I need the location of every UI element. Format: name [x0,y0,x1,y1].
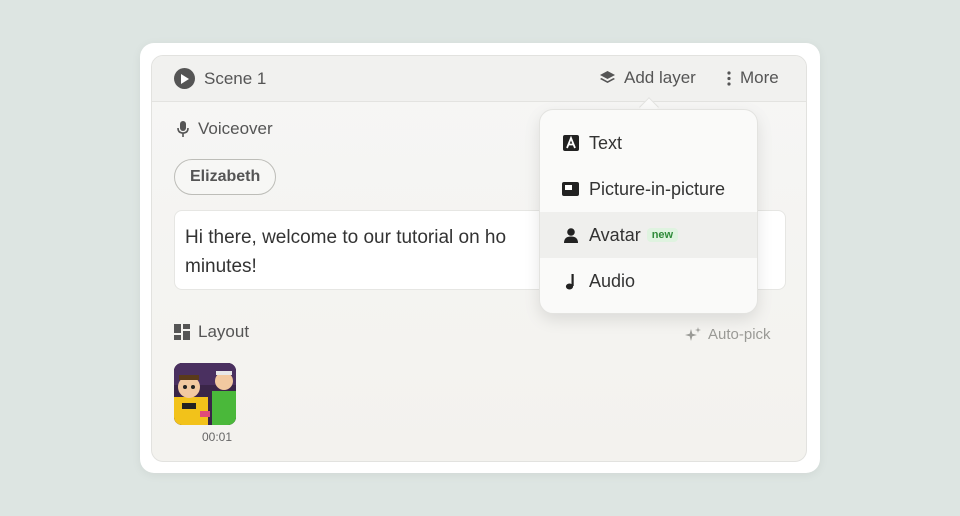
add-layer-dropdown: Text Picture-in-picture Avatar new Audio [539,109,758,314]
cartoon-thumbnail-image [174,363,236,425]
more-button[interactable]: More [726,68,779,88]
menu-item-audio[interactable]: Audio [540,258,757,304]
scene-title[interactable]: Scene 1 [174,68,266,89]
layout-label: Layout [174,322,249,342]
menu-item-audio-label: Audio [589,270,636,291]
menu-item-picture-in-picture[interactable]: Picture-in-picture [540,166,757,212]
text-a-icon [562,135,579,151]
scene-header: Scene 1 Add layer More [152,56,806,102]
script-line-1: Hi there, welcome to our tutorial on ho [185,227,507,248]
more-vertical-icon [726,70,732,87]
music-note-icon [562,273,579,290]
menu-item-pip-label: Picture-in-picture [589,178,726,199]
auto-pick-button[interactable]: Auto-pick [685,326,771,343]
thumbnail-duration: 00:01 [202,430,233,444]
script-line-2: minutes! [185,256,257,277]
add-layer-button[interactable]: Add layer [599,68,696,88]
voiceover-label-text: Voiceover [198,119,273,138]
layout-thumbnail[interactable] [174,363,236,425]
scene-title-text: Scene 1 [204,68,267,88]
pip-icon [562,182,579,196]
menu-item-text-label: Text [589,132,623,153]
layout-label-text: Layout [198,322,250,341]
menu-item-avatar-label: Avatar [589,224,641,245]
layers-icon [599,70,616,87]
voiceover-label: Voiceover [176,119,273,139]
add-layer-label: Add layer [624,68,696,87]
sparkle-icon [685,326,701,343]
microphone-icon [176,120,190,138]
voice-selector-chip[interactable]: Elizabeth [174,159,277,195]
person-icon [562,227,579,243]
more-label: More [740,68,779,87]
layout-grid-icon [174,324,190,340]
menu-item-text[interactable]: Text [540,120,757,166]
play-icon[interactable] [174,68,195,89]
menu-item-avatar[interactable]: Avatar new [540,212,757,258]
auto-pick-label: Auto-pick [708,326,771,343]
new-badge: new [646,228,679,242]
